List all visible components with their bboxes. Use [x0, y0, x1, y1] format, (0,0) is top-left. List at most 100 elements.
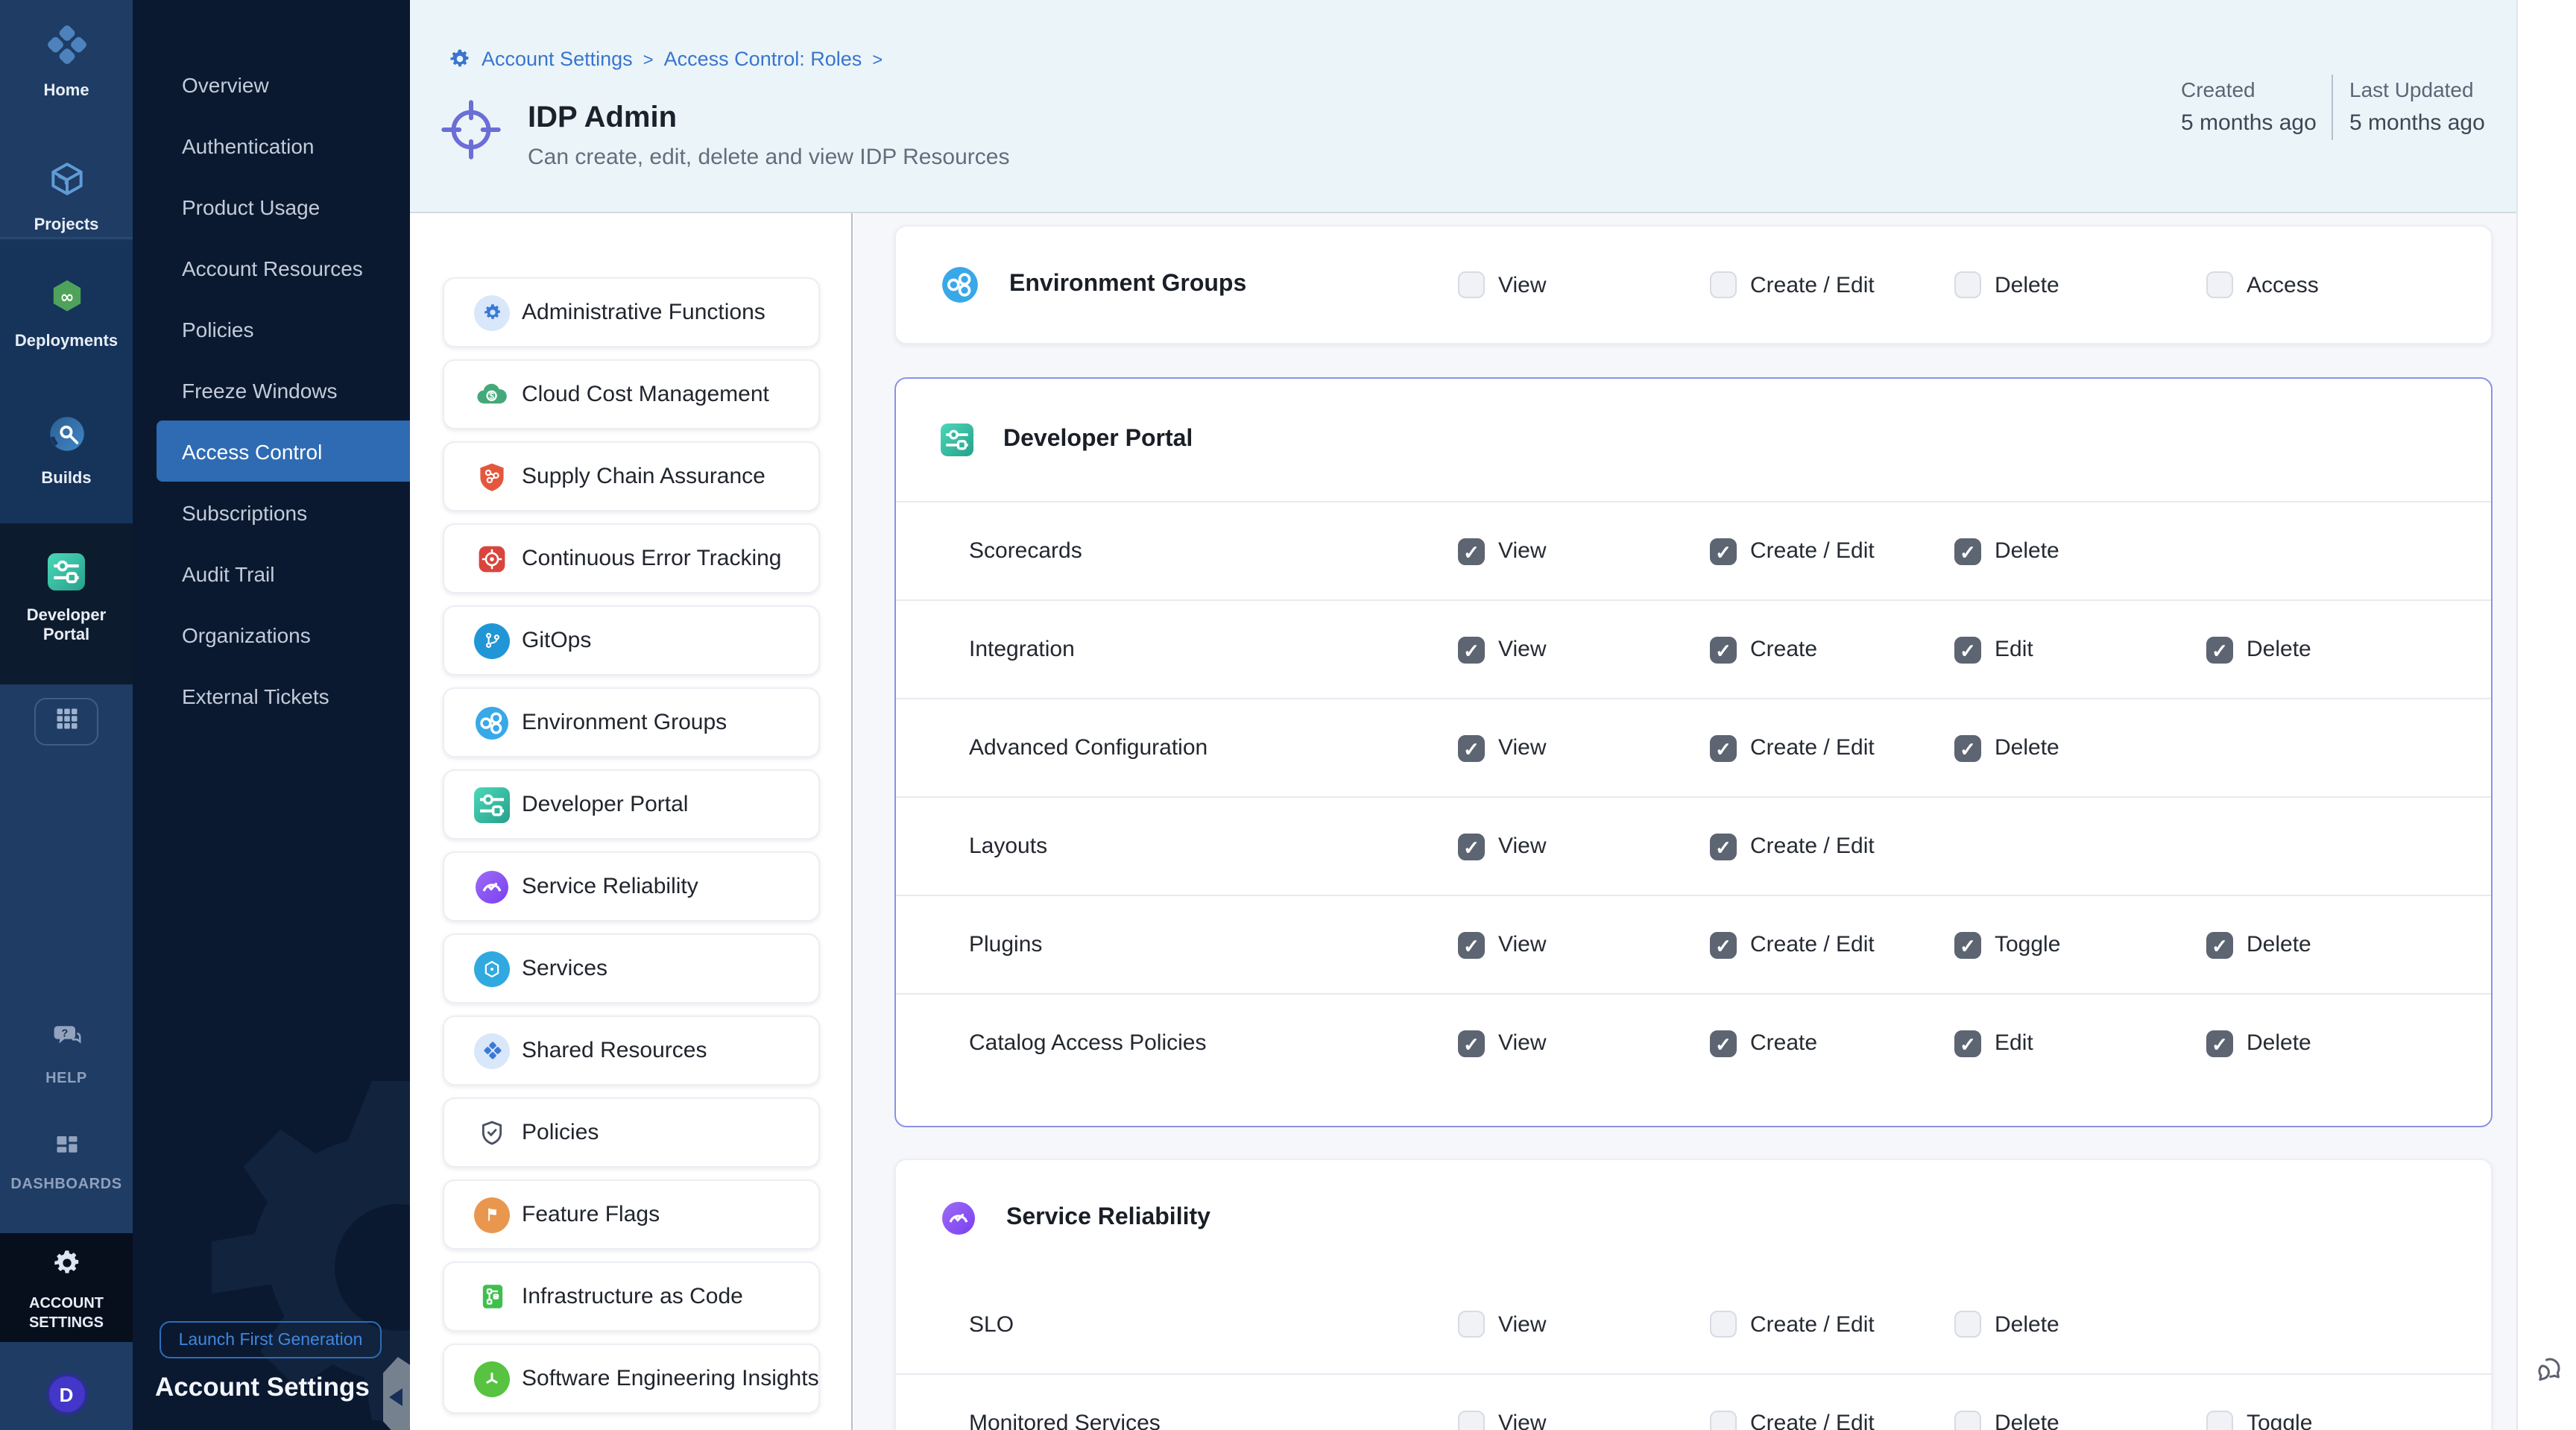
rail-item-builds[interactable]: Builds — [0, 415, 133, 489]
rail-item-help[interactable]: ? HELP — [0, 1020, 133, 1089]
developer-portal-sliders-icon — [941, 423, 973, 456]
resource-card-cloud-cost-management[interactable]: $ Cloud Cost Management — [443, 359, 820, 429]
sidebar-item-audit-trail[interactable]: Audit Trail — [157, 543, 410, 604]
resource-card-policies[interactable]: Policies — [443, 1097, 820, 1168]
create-checkbox[interactable] — [1710, 636, 1737, 663]
resource-card-service-reliability[interactable]: Service Reliability — [443, 851, 820, 922]
rail-item-deployments[interactable]: ∞ Deployments — [0, 277, 133, 352]
harness-logo-icon — [45, 24, 87, 73]
view-checkbox[interactable] — [1458, 833, 1485, 860]
rail-label-home: Home — [43, 82, 89, 101]
view-checkbox[interactable] — [1458, 931, 1485, 958]
permission-row-plugins: Plugins View Create / Edit Toggle Delete — [896, 895, 2491, 993]
resource-card-shared-resources[interactable]: Shared Resources — [443, 1015, 820, 1086]
sidebar-item-account-resources[interactable]: Account Resources — [157, 237, 410, 298]
checkbox-label: Toggle — [1995, 932, 2060, 957]
sidebar-item-external-tickets[interactable]: External Tickets — [157, 665, 410, 726]
create-edit-checkbox[interactable] — [1710, 538, 1737, 564]
sidebar-item-label: Product Usage — [182, 195, 320, 218]
resource-label: Cloud Cost Management — [522, 382, 769, 407]
view-checkbox[interactable] — [1458, 636, 1485, 663]
resource-card-feature-flags[interactable]: Feature Flags — [443, 1179, 820, 1250]
delete-checkbox[interactable] — [2206, 636, 2233, 663]
rail-label-dashboards: DASHBOARDS — [10, 1175, 121, 1194]
checkbox-label: Edit — [1995, 637, 2033, 662]
view-checkbox[interactable] — [1458, 538, 1485, 564]
rail-item-home[interactable]: Home — [0, 24, 133, 101]
resource-card-infrastructure-as-code[interactable]: Infrastructure as Code — [443, 1262, 820, 1332]
create-edit-checkbox[interactable] — [1710, 271, 1737, 298]
checkbox-label: Create / Edit — [1750, 1311, 1875, 1337]
resource-card-supply-chain-assurance[interactable]: Supply Chain Assurance — [443, 441, 820, 511]
view-checkbox[interactable] — [1458, 734, 1485, 761]
checkbox-label: Create — [1750, 637, 1817, 662]
resource-card-services[interactable]: Services — [443, 933, 820, 1004]
rail-label-account-settings: ACCOUNT SETTINGS — [14, 1294, 119, 1333]
feature-flag-icon — [474, 1197, 510, 1232]
module-picker-button[interactable] — [34, 698, 98, 746]
delete-checkbox[interactable] — [2206, 931, 2233, 958]
view-checkbox[interactable] — [1458, 1311, 1485, 1338]
toggle-checkbox[interactable] — [1954, 931, 1981, 958]
sidebar-item-label: Audit Trail — [182, 561, 275, 585]
view-checkbox[interactable] — [1458, 271, 1485, 298]
cloud-dollar-icon: $ — [474, 377, 510, 412]
create-edit-checkbox[interactable] — [1710, 833, 1737, 860]
edit-checkbox[interactable] — [1954, 1030, 1981, 1056]
permission-row-scorecards: Scorecards View Create / Edit Delete — [896, 501, 2491, 599]
sidebar-item-freeze-windows[interactable]: Freeze Windows — [157, 359, 410, 421]
access-checkbox[interactable] — [2206, 271, 2233, 298]
sidebar-item-subscriptions[interactable]: Subscriptions — [157, 482, 410, 543]
edit-checkbox[interactable] — [1954, 636, 1981, 663]
create-edit-checkbox[interactable] — [1710, 931, 1737, 958]
view-checkbox[interactable] — [1458, 1410, 1485, 1430]
resource-card-environment-groups[interactable]: Environment Groups — [443, 687, 820, 757]
resource-card-administrative-functions[interactable]: Administrative Functions — [443, 277, 820, 347]
sidebar-item-product-usage[interactable]: Product Usage — [157, 176, 410, 237]
sidebar-item-policies[interactable]: Policies — [157, 298, 410, 359]
permission-cell-access: Access — [2206, 271, 2491, 298]
rail-item-projects[interactable]: Projects — [0, 158, 133, 236]
resource-card-gitops[interactable]: GitOps — [443, 605, 820, 675]
resource-card-software-engineering-insights[interactable]: Software Engineering Insights — [443, 1344, 820, 1414]
resource-label: Administrative Functions — [522, 300, 765, 325]
resource-card-continuous-error-tracking[interactable]: Continuous Error Tracking — [443, 523, 820, 593]
launch-first-generation-button[interactable]: Launch First Generation — [160, 1321, 382, 1358]
permission-row-slo: SLO View Create / Edit Delete — [896, 1275, 2491, 1373]
delete-checkbox[interactable] — [1954, 1410, 1981, 1430]
rail-item-dashboards[interactable]: DASHBOARDS — [0, 1132, 133, 1194]
sidebar-item-overview[interactable]: Overview — [157, 54, 410, 115]
sidebar-item-organizations[interactable]: Organizations — [157, 604, 410, 665]
checkbox-label: View — [1498, 1311, 1547, 1337]
permission-row-label: Scorecards — [896, 538, 1458, 564]
create-edit-checkbox[interactable] — [1710, 734, 1737, 761]
chat-support-icon[interactable] — [2530, 1351, 2566, 1394]
shield-network-icon — [474, 459, 510, 494]
sidebar-item-authentication[interactable]: Authentication — [157, 115, 410, 176]
checkbox-label: Create — [1750, 1030, 1817, 1056]
rail-item-developer-portal[interactable]: Developer Portal — [0, 553, 133, 646]
rail-item-account-settings[interactable]: ACCOUNT SETTINGS — [0, 1248, 133, 1333]
delete-checkbox[interactable] — [2206, 1030, 2233, 1056]
rail-item-user[interactable]: D — [0, 1373, 133, 1415]
create-edit-checkbox[interactable] — [1710, 1410, 1737, 1430]
create-edit-checkbox[interactable] — [1710, 1311, 1737, 1338]
delete-checkbox[interactable] — [1954, 1311, 1981, 1338]
sidebar-item-access-control[interactable]: Access Control — [157, 421, 410, 482]
checkbox-label: Delete — [2247, 637, 2311, 662]
create-checkbox[interactable] — [1710, 1030, 1737, 1056]
breadcrumb-account-settings[interactable]: Account Settings — [482, 48, 633, 70]
resource-card-developer-portal[interactable]: Developer Portal — [443, 769, 820, 840]
permission-row-label: Plugins — [896, 932, 1458, 957]
resource-label: Developer Portal — [522, 792, 688, 817]
delete-checkbox[interactable] — [1954, 734, 1981, 761]
sidebar-item-label: Overview — [182, 72, 269, 96]
breadcrumb-access-control-roles[interactable]: Access Control: Roles — [664, 48, 862, 70]
checkbox-label: Create / Edit — [1750, 735, 1875, 760]
projects-cube-icon — [45, 158, 87, 207]
delete-checkbox[interactable] — [1954, 538, 1981, 564]
user-avatar[interactable]: D — [45, 1373, 87, 1415]
view-checkbox[interactable] — [1458, 1030, 1485, 1056]
toggle-checkbox[interactable] — [2206, 1410, 2233, 1430]
delete-checkbox[interactable] — [1954, 271, 1981, 298]
